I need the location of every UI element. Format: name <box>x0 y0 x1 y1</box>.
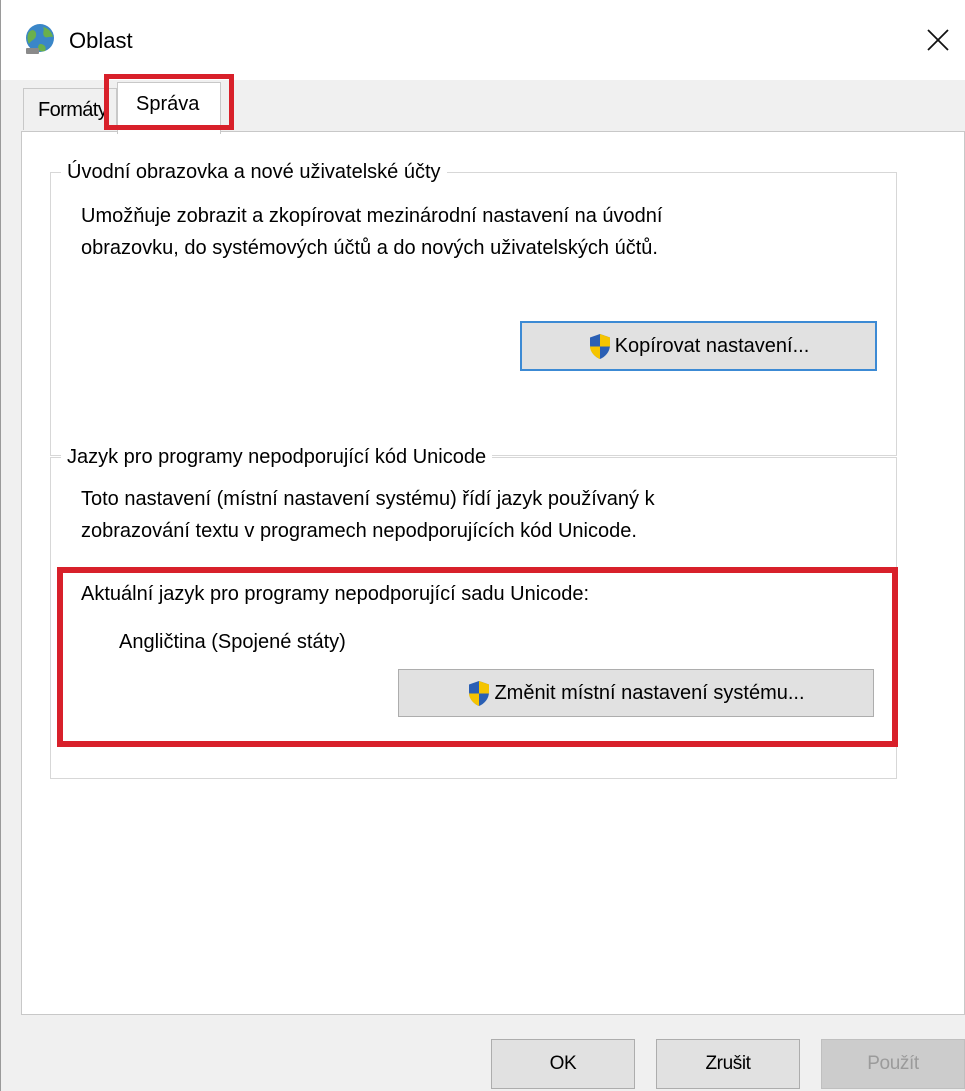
region-dialog: Oblast Formáty Správa Úvodní obrazovka a… <box>0 0 965 1091</box>
close-icon[interactable] <box>916 18 960 62</box>
copy-settings-button[interactable]: Kopírovat nastavení... <box>520 321 877 371</box>
tab-sprava-label: Správa <box>136 93 200 115</box>
unicode-language-description: Toto nastavení (místní nastavení systému… <box>81 483 655 547</box>
description-line: Umožňuje zobrazit a zkopírovat mezinárod… <box>81 205 663 227</box>
uac-shield-icon <box>469 680 490 706</box>
change-system-locale-button[interactable]: Změnit místní nastavení systému... <box>398 669 874 717</box>
unicode-language-group-title: Jazyk pro programy nepodporující kód Uni… <box>61 444 493 470</box>
ok-label: OK <box>549 1053 577 1074</box>
cancel-label: Zrušit <box>705 1053 751 1074</box>
current-language-value: Angličtina (Spojené státy) <box>119 631 346 653</box>
tab-formaty-label: Formáty <box>38 99 108 121</box>
apply-label: Použít <box>867 1053 919 1074</box>
window-title: Oblast <box>69 28 133 53</box>
tab-formaty[interactable]: Formáty <box>23 88 117 130</box>
description-line: obrazovku, do systémových účtů a do nový… <box>81 237 658 259</box>
uac-shield-icon <box>589 333 610 359</box>
cancel-button[interactable]: Zrušit <box>656 1039 800 1089</box>
current-language-label: Aktuální jazyk pro programy nepodporujíc… <box>81 583 590 605</box>
title-bar: Oblast <box>1 0 965 80</box>
description-line: Toto nastavení (místní nastavení systému… <box>81 488 655 510</box>
tab-sprava[interactable]: Správa <box>117 82 221 134</box>
globe-icon <box>26 24 54 54</box>
welcome-screen-group-title: Úvodní obrazovka a nové uživatelské účty <box>61 159 447 185</box>
apply-button[interactable]: Použít <box>821 1039 965 1089</box>
ok-button[interactable]: OK <box>491 1039 635 1089</box>
description-line: zobrazování textu v programech nepodporu… <box>81 520 637 542</box>
welcome-screen-description: Umožňuje zobrazit a zkopírovat mezinárod… <box>81 200 662 264</box>
copy-settings-label: Kopírovat nastavení... <box>614 335 810 357</box>
change-system-locale-label: Změnit místní nastavení systému... <box>494 682 805 704</box>
